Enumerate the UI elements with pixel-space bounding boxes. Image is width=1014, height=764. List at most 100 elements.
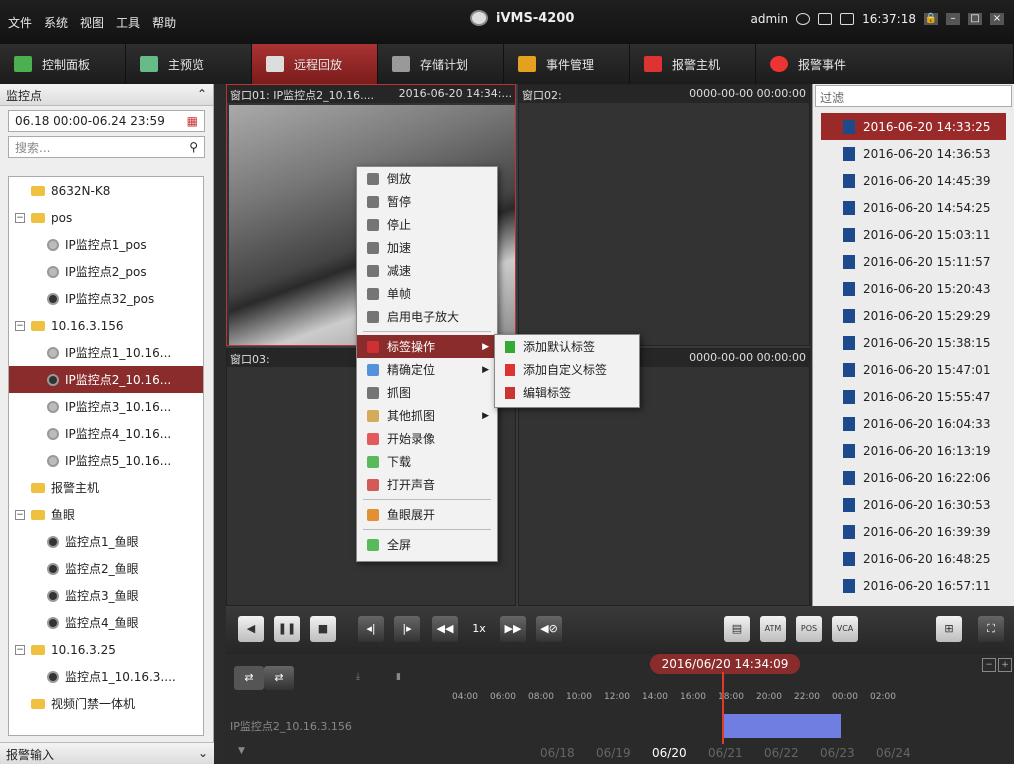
- fullscreen-button[interactable]: ⛶: [978, 616, 1004, 642]
- tree-node[interactable]: IP监控点1_pos: [9, 231, 203, 258]
- menu-file[interactable]: 文件: [8, 14, 32, 31]
- tree-node[interactable]: − pos: [9, 204, 203, 231]
- context-menu-item[interactable]: 单帧: [357, 282, 497, 305]
- context-menu-item[interactable]: 标签操作 ▶: [357, 335, 497, 358]
- menu-help[interactable]: 帮助: [152, 14, 176, 31]
- submenu-item[interactable]: 编辑标签: [495, 381, 639, 404]
- tree-node[interactable]: − 10.16.3.156: [9, 312, 203, 339]
- context-menu-item[interactable]: 加速: [357, 236, 497, 259]
- tab-alarm-host[interactable]: 报警主机: [630, 44, 756, 84]
- context-menu-item[interactable]: 暂停: [357, 190, 497, 213]
- close-button[interactable]: ×: [990, 13, 1004, 25]
- record-item[interactable]: 2016-06-20 14:54:25: [813, 194, 1014, 221]
- fast-button[interactable]: ▶▶: [500, 616, 526, 642]
- collapse-node-icon[interactable]: −: [15, 320, 25, 331]
- next-frame-button[interactable]: |▸: [394, 616, 420, 642]
- zoom-out-button[interactable]: −: [982, 658, 996, 672]
- tree-node[interactable]: IP监控点2_10.16...: [9, 366, 203, 393]
- record-item[interactable]: 2016-06-20 15:55:47: [813, 383, 1014, 410]
- collapse-node-icon[interactable]: −: [15, 212, 25, 223]
- reverse-play-button[interactable]: ◀: [238, 616, 264, 642]
- slow-button[interactable]: ◀◀: [432, 616, 458, 642]
- tree-node[interactable]: IP监控点3_10.16...: [9, 393, 203, 420]
- tree-node[interactable]: 监控点2_鱼眼: [9, 555, 203, 582]
- context-menu-item[interactable]: 全屏: [357, 533, 497, 556]
- context-menu-item[interactable]: 开始录像: [357, 427, 497, 450]
- filter-input[interactable]: 过滤: [815, 85, 1012, 107]
- minimize-button[interactable]: –: [946, 13, 960, 25]
- tree-node[interactable]: IP监控点32_pos: [9, 285, 203, 312]
- filter-icon[interactable]: ▼: [238, 746, 245, 756]
- collapse-icon[interactable]: ⌃: [197, 87, 207, 102]
- tree-node[interactable]: 监控点1_鱼眼: [9, 528, 203, 555]
- recording-segment[interactable]: [723, 714, 841, 738]
- camera-panel-header[interactable]: 监控点 ⌃: [0, 84, 213, 106]
- playback-window-2[interactable]: 窗口02: 0000-00-00 00:00:00: [518, 84, 810, 346]
- record-item[interactable]: 2016-06-20 16:13:19: [813, 437, 1014, 464]
- async-toggle-button[interactable]: ⇄: [264, 666, 294, 690]
- tree-node[interactable]: IP监控点5_10.16...: [9, 447, 203, 474]
- pause-button[interactable]: ❚❚: [274, 616, 300, 642]
- tab-control-panel[interactable]: 控制面板: [0, 44, 126, 84]
- record-item[interactable]: 2016-06-20 14:45:39: [813, 167, 1014, 194]
- tree-node[interactable]: 报警主机: [9, 474, 203, 501]
- record-item[interactable]: 2016-06-20 16:30:53: [813, 491, 1014, 518]
- ram-icon[interactable]: [840, 13, 855, 25]
- pos-button[interactable]: POS: [796, 616, 822, 642]
- expand-icon[interactable]: ⌄: [198, 746, 208, 761]
- tree-node[interactable]: − 鱼眼: [9, 501, 203, 528]
- record-item[interactable]: 2016-06-20 15:47:01: [813, 356, 1014, 383]
- record-item[interactable]: 2016-06-20 15:20:43: [813, 275, 1014, 302]
- tree-node[interactable]: 监控点3_鱼眼: [9, 582, 203, 609]
- tab-remote-playback[interactable]: 远程回放: [252, 44, 378, 84]
- day-tab[interactable]: 06/21: [708, 746, 743, 760]
- audio-button[interactable]: ◀⊘: [536, 616, 562, 642]
- timeline-cursor[interactable]: [722, 672, 724, 744]
- tab-event-management[interactable]: 事件管理: [504, 44, 630, 84]
- record-item[interactable]: 2016-06-20 16:04:33: [813, 410, 1014, 437]
- record-item[interactable]: 2016-06-20 14:33:25: [821, 113, 1006, 140]
- context-menu-item[interactable]: 启用电子放大: [357, 305, 497, 328]
- calendar-icon[interactable]: ▦: [187, 114, 198, 128]
- timeline[interactable]: ⇄ ⇄ ⤓ ▮ 2016/06/20 14:34:09 − + 04:00 06:…: [226, 654, 1014, 764]
- record-item[interactable]: 2016-06-20 16:48:25: [813, 545, 1014, 572]
- tab-main-preview[interactable]: 主预览: [126, 44, 252, 84]
- stop-button[interactable]: ■: [310, 616, 336, 642]
- collapse-node-icon[interactable]: −: [15, 644, 25, 655]
- day-tab[interactable]: 06/24: [876, 746, 911, 760]
- tree-node[interactable]: − 10.16.3.25: [9, 636, 203, 663]
- context-menu-item[interactable]: 减速: [357, 259, 497, 282]
- lock-icon[interactable]: 🔒: [924, 13, 938, 25]
- search-icon[interactable]: ⚲: [189, 140, 198, 154]
- tree-node[interactable]: 监控点1_10.16.3....: [9, 663, 203, 690]
- record-item[interactable]: 2016-06-20 16:22:06: [813, 464, 1014, 491]
- context-menu-item[interactable]: 停止: [357, 213, 497, 236]
- sync-toggle-button[interactable]: ⇄: [234, 666, 264, 690]
- menu-view[interactable]: 视图: [80, 14, 104, 31]
- window-layout-button[interactable]: ⊞: [936, 616, 962, 642]
- maximize-button[interactable]: □: [968, 13, 982, 25]
- record-item[interactable]: 2016-06-20 15:03:11: [813, 221, 1014, 248]
- tree-node[interactable]: 视频门禁一体机: [9, 690, 203, 717]
- day-tab[interactable]: 06/20: [652, 746, 687, 760]
- bookmark-icon[interactable]: ▮: [396, 672, 401, 682]
- record-clip-button[interactable]: ▤: [724, 616, 750, 642]
- tab-storage-schedule[interactable]: 存储计划: [378, 44, 504, 84]
- context-menu-item[interactable]: 倒放: [357, 167, 497, 190]
- record-item[interactable]: 2016-06-20 15:29:29: [813, 302, 1014, 329]
- submenu-item[interactable]: 添加默认标签: [495, 335, 639, 358]
- context-menu-item[interactable]: 精确定位 ▶: [357, 358, 497, 381]
- search-input[interactable]: 搜索... ⚲: [8, 136, 205, 158]
- date-range-field[interactable]: 06.18 00:00-06.24 23:59 ▦: [8, 110, 205, 132]
- context-menu-item[interactable]: 下载: [357, 450, 497, 473]
- tree-node[interactable]: 监控点4_鱼眼: [9, 609, 203, 636]
- network-icon[interactable]: [796, 13, 811, 25]
- tree-node[interactable]: 8632N-K8: [9, 177, 203, 204]
- collapse-node-icon[interactable]: −: [15, 509, 25, 520]
- context-menu-item[interactable]: 其他抓图 ▶: [357, 404, 497, 427]
- tree-node[interactable]: IP监控点2_pos: [9, 258, 203, 285]
- atm-button[interactable]: ATM: [760, 616, 786, 642]
- tree-node[interactable]: IP监控点1_10.16...: [9, 339, 203, 366]
- record-item[interactable]: 2016-06-20 15:38:15: [813, 329, 1014, 356]
- alarm-input-header[interactable]: 报警输入 ⌄: [0, 742, 214, 764]
